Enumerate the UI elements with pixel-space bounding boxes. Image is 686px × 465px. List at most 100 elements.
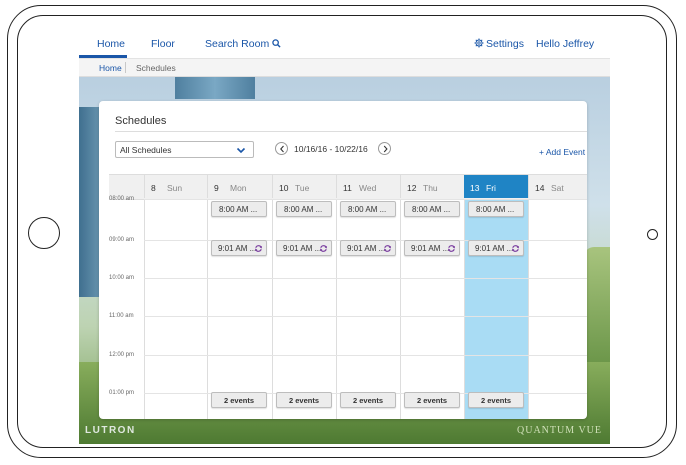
gear-icon <box>474 38 484 48</box>
day-column-sun[interactable] <box>144 198 208 419</box>
recurring-event-icon <box>254 245 263 252</box>
breadcrumb-current: Schedules <box>136 63 176 73</box>
day-column-fri[interactable] <box>464 198 528 419</box>
day-number: 8 <box>151 183 156 193</box>
week-calendar: 8 Sun 9 Mon 10 Tue 11 Wed 12 Thu 13 Fri 14 Sat 08:00 … <box>109 174 587 419</box>
event-label: 8:00 AM ... <box>284 205 323 214</box>
event-8am-tue[interactable]: 8:00 AM ... <box>276 201 332 217</box>
event-901am-thu[interactable]: 9:01 AM ... <box>404 240 460 256</box>
more-events-thu[interactable]: 2 events <box>404 392 460 408</box>
day-header-tue[interactable]: 10 Tue <box>272 175 336 198</box>
nav-floor[interactable]: Floor <box>151 38 175 50</box>
event-label: 9:01 AM ... <box>475 244 514 253</box>
date-range-label: 10/16/16 - 10/22/16 <box>294 144 368 154</box>
day-name: Sun <box>167 183 183 193</box>
recurring-event-icon <box>319 245 328 252</box>
event-label: 9:01 AM ... <box>283 244 322 253</box>
time-label: 08:00 am <box>109 196 135 202</box>
day-number: 11 <box>343 183 352 193</box>
page-title: Schedules <box>115 115 167 127</box>
next-week-button[interactable] <box>378 142 391 155</box>
event-8am-thu[interactable]: 8:00 AM ... <box>404 201 460 217</box>
day-name: Wed <box>359 183 377 193</box>
day-number: 10 <box>279 183 289 193</box>
hour-gridline <box>144 278 587 279</box>
add-event-button[interactable]: + Add Event <box>539 147 585 157</box>
schedule-filter-value: All Schedules <box>120 145 172 155</box>
breadcrumb: Home Schedules <box>79 59 610 77</box>
calendar-header-row: 8 Sun 9 Mon 10 Tue 11 Wed 12 Thu 13 Fri 14 Sat <box>109 174 587 200</box>
day-number: 14 <box>535 183 545 193</box>
more-events-wed[interactable]: 2 events <box>340 392 396 408</box>
day-column-wed[interactable] <box>336 198 400 419</box>
time-label: 01:00 pm <box>109 390 135 396</box>
day-header-mon[interactable]: 9 Mon <box>207 175 271 198</box>
chevron-down-icon <box>236 147 246 154</box>
more-events-tue[interactable]: 2 events <box>276 392 332 408</box>
breadcrumb-separator <box>125 62 126 73</box>
nav-search-room-label: Search Room <box>205 38 270 50</box>
day-number: 13 <box>470 183 480 193</box>
more-events-label: 2 events <box>352 396 384 405</box>
event-label: 9:01 AM ... <box>218 244 257 253</box>
day-column-tue[interactable] <box>272 198 336 419</box>
day-header-fri[interactable]: 13 Fri <box>464 175 528 198</box>
day-header-sat[interactable]: 14 Sat <box>528 175 587 198</box>
event-8am-fri[interactable]: 8:00 AM ... <box>468 201 524 217</box>
prev-week-button[interactable] <box>275 142 288 155</box>
schedules-card: Schedules All Schedules 10/16/16 - 10/22… <box>99 101 587 419</box>
quantum-vue-brand: QUANTUM VUE <box>517 425 602 436</box>
user-greeting[interactable]: Hello Jeffrey <box>536 38 594 50</box>
event-label: 8:00 AM ... <box>219 205 258 214</box>
more-events-mon[interactable]: 2 events <box>211 392 267 408</box>
search-icon <box>272 39 281 48</box>
time-label: 10:00 am <box>109 275 135 281</box>
hour-gridline <box>144 316 587 317</box>
schedule-filter-select[interactable]: All Schedules <box>115 141 254 158</box>
event-901am-fri[interactable]: 9:01 AM ... <box>468 240 524 256</box>
chevron-left-icon <box>280 145 284 153</box>
event-8am-mon[interactable]: 8:00 AM ... <box>211 201 267 217</box>
event-8am-wed[interactable]: 8:00 AM ... <box>340 201 396 217</box>
day-name: Mon <box>230 183 247 193</box>
day-header-wed[interactable]: 11 Wed <box>336 175 400 198</box>
event-label: 9:01 AM ... <box>347 244 386 253</box>
day-name: Thu <box>423 183 438 193</box>
time-label: 09:00 am <box>109 237 135 243</box>
nav-active-indicator <box>79 55 127 58</box>
app-screen: Home Floor Search Room Settings Hello Je… <box>79 30 610 444</box>
more-events-label: 2 events <box>416 396 448 405</box>
day-name: Sat <box>551 183 564 193</box>
more-events-fri[interactable]: 2 events <box>468 392 524 408</box>
tablet-home-button <box>28 217 60 249</box>
chevron-right-icon <box>383 145 388 153</box>
hour-gridline <box>144 199 587 200</box>
event-label: 9:01 AM ... <box>411 244 450 253</box>
nav-search-room[interactable]: Search Room <box>205 38 281 50</box>
hour-gridline <box>144 355 587 356</box>
event-901am-tue[interactable]: 9:01 AM ... <box>276 240 332 256</box>
more-events-label: 2 events <box>288 396 320 405</box>
day-column-thu[interactable] <box>400 198 464 419</box>
nav-settings-label: Settings <box>486 38 524 50</box>
day-number: 12 <box>407 183 417 193</box>
recurring-event-icon <box>447 245 456 252</box>
event-901am-wed[interactable]: 9:01 AM ... <box>340 240 396 256</box>
recurring-event-icon <box>511 245 520 252</box>
recurring-event-icon <box>383 245 392 252</box>
day-header-thu[interactable]: 12 Thu <box>400 175 464 198</box>
trees-right <box>584 247 610 367</box>
day-column-mon[interactable] <box>207 198 271 419</box>
lutron-logo: LUTRON <box>85 425 136 436</box>
event-label: 8:00 AM ... <box>348 205 387 214</box>
title-divider <box>115 131 587 132</box>
event-901am-mon[interactable]: 9:01 AM ... <box>211 240 267 256</box>
time-label: 11:00 am <box>109 313 134 319</box>
building-top <box>175 77 255 99</box>
nav-home[interactable]: Home <box>97 38 125 50</box>
time-label: 12:00 pm <box>109 352 135 358</box>
day-column-sat[interactable] <box>528 198 587 419</box>
day-header-sun[interactable]: 8 Sun <box>144 175 208 198</box>
nav-settings[interactable]: Settings <box>474 38 524 50</box>
breadcrumb-home[interactable]: Home <box>99 63 122 73</box>
